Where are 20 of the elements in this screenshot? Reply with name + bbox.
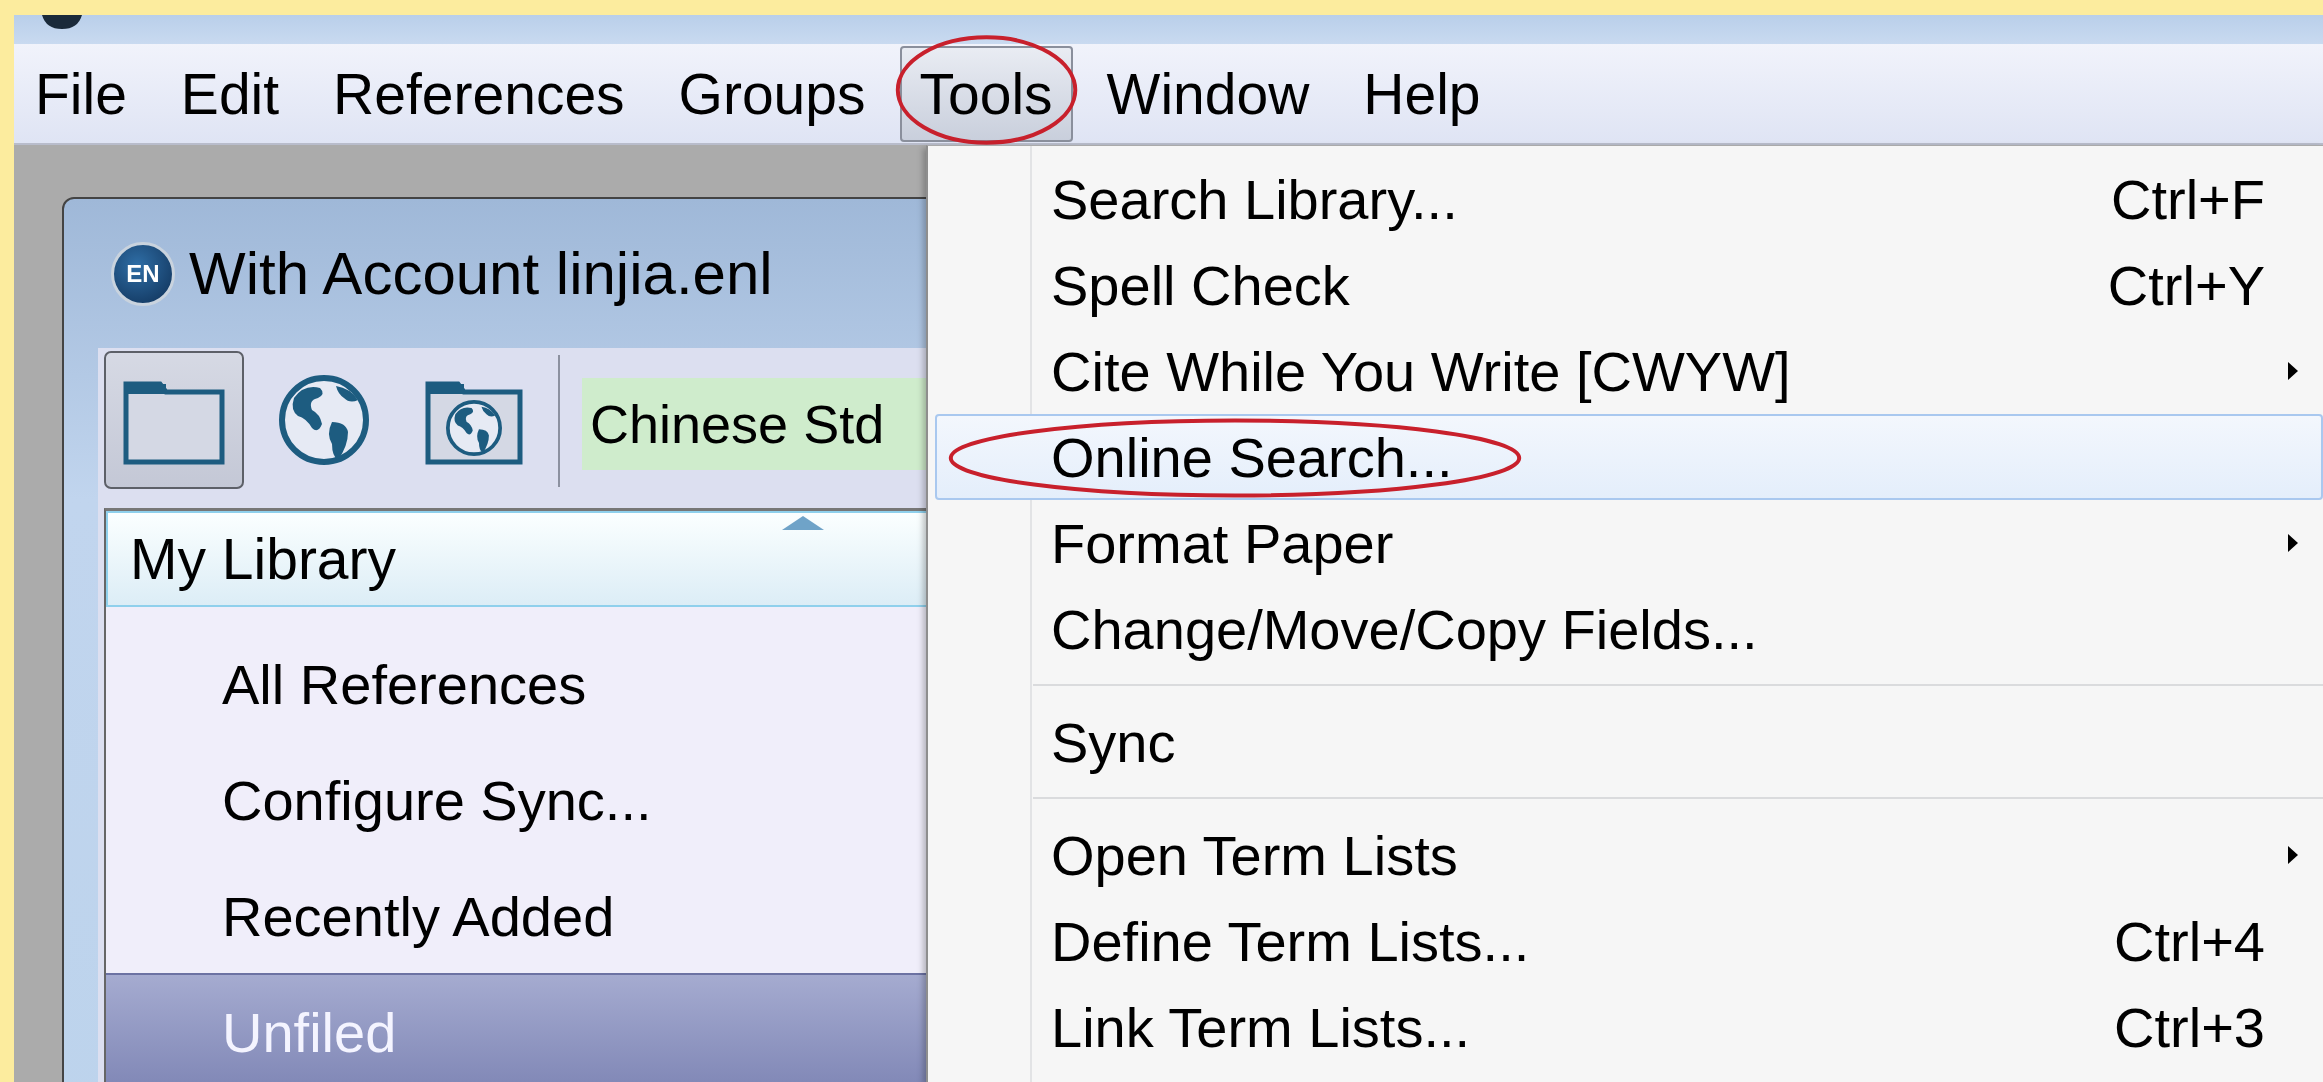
app-icon	[42, 15, 82, 29]
app-badge: EN	[111, 241, 175, 306]
menu-bar-item[interactable]: Tools	[899, 45, 1073, 142]
sort-arrow-icon	[780, 515, 826, 531]
menu-bar-item[interactable]: References	[313, 45, 645, 142]
window-title: With Account linjia.enl	[189, 239, 773, 308]
menu-bar-item[interactable]: Edit	[160, 45, 300, 142]
menu-bar-item[interactable]: File	[15, 45, 147, 142]
menu-bar-item[interactable]: Window	[1086, 45, 1330, 142]
menu-item[interactable]: Spell Check Ctrl+Y	[935, 242, 2323, 328]
menu-item[interactable]: Sync	[935, 699, 2323, 785]
menu-item[interactable]: Online Search...	[935, 414, 2323, 500]
globe-icon	[279, 375, 369, 465]
menu-item[interactable]: Define Term Lists... Ctrl+4	[935, 898, 2323, 984]
menu-bar-item[interactable]: Groups	[658, 45, 886, 142]
menu-bar-item[interactable]: Help	[1343, 45, 1501, 142]
menu-item[interactable]: Search Library... Ctrl+F	[935, 156, 2323, 242]
toolbar-button[interactable]	[104, 351, 244, 489]
menu-item[interactable]: Open Term Lists	[935, 812, 2323, 898]
menu-item[interactable]: Link Term Lists... Ctrl+3	[935, 984, 2323, 1070]
